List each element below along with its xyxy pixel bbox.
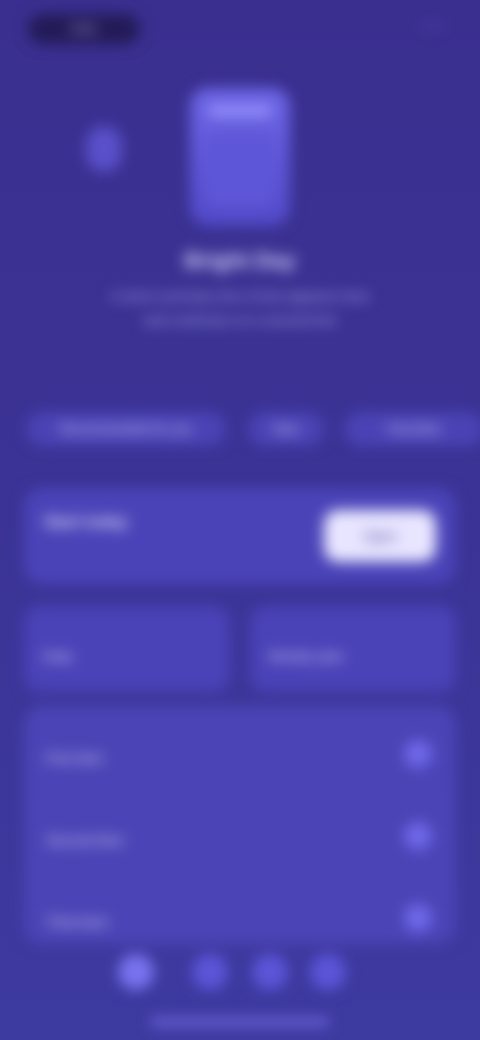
page-title: Bright Day xyxy=(184,248,296,273)
list-item-label: Second item xyxy=(46,832,124,848)
chevron-icon xyxy=(404,904,432,932)
hero-topbar xyxy=(208,106,272,116)
top-right-actions[interactable]: ⋯ xyxy=(382,10,446,44)
app-screen: 9:41 ⋯ Bright Day A short summary line o… xyxy=(0,0,480,1040)
mini-card-label: Weekly plan xyxy=(268,648,345,664)
list-item[interactable]: First item xyxy=(24,720,456,790)
page-subtitle-line1: A short summary line of text appears her… xyxy=(110,288,370,304)
list-card: First item Second item Third item xyxy=(24,706,456,944)
nav-profile-icon[interactable] xyxy=(310,954,346,990)
chevron-icon xyxy=(404,822,432,850)
more-icon[interactable]: ⋯ xyxy=(420,10,446,41)
tab-new[interactable]: New xyxy=(248,412,324,446)
status-time: 9:41 xyxy=(71,21,97,36)
list-item-label: Third item xyxy=(46,914,109,930)
bottom-nav xyxy=(100,944,380,996)
tab-recommended[interactable]: Recommended for you xyxy=(26,412,226,446)
tabs: Recommended for you New Favorites xyxy=(26,412,480,452)
nav-home-icon[interactable] xyxy=(118,954,154,990)
chevron-icon xyxy=(404,740,432,768)
primary-card-button[interactable]: Open xyxy=(324,510,436,562)
nav-search-icon[interactable] xyxy=(192,954,228,990)
device-icon xyxy=(206,132,274,206)
nav-library-icon[interactable] xyxy=(252,954,288,990)
primary-card-label: Start today xyxy=(44,514,128,531)
status-pill: 9:41 xyxy=(28,14,140,44)
primary-card[interactable]: Start today Open xyxy=(24,488,456,584)
hero-illustration xyxy=(190,88,290,226)
list-item[interactable]: Second item xyxy=(24,802,456,872)
sparkle-icon xyxy=(86,126,122,172)
home-indicator xyxy=(150,1018,330,1026)
page-subtitle-line2: and continues on a second line xyxy=(143,312,337,328)
list-item-label: First item xyxy=(46,750,104,766)
mini-card-daily[interactable]: Daily xyxy=(24,606,230,692)
mini-card-weekly[interactable]: Weekly plan xyxy=(250,606,456,692)
mini-cards: Daily Weekly plan xyxy=(24,606,456,692)
tab-favorites[interactable]: Favorites xyxy=(344,412,480,446)
mini-card-label: Daily xyxy=(42,648,74,664)
